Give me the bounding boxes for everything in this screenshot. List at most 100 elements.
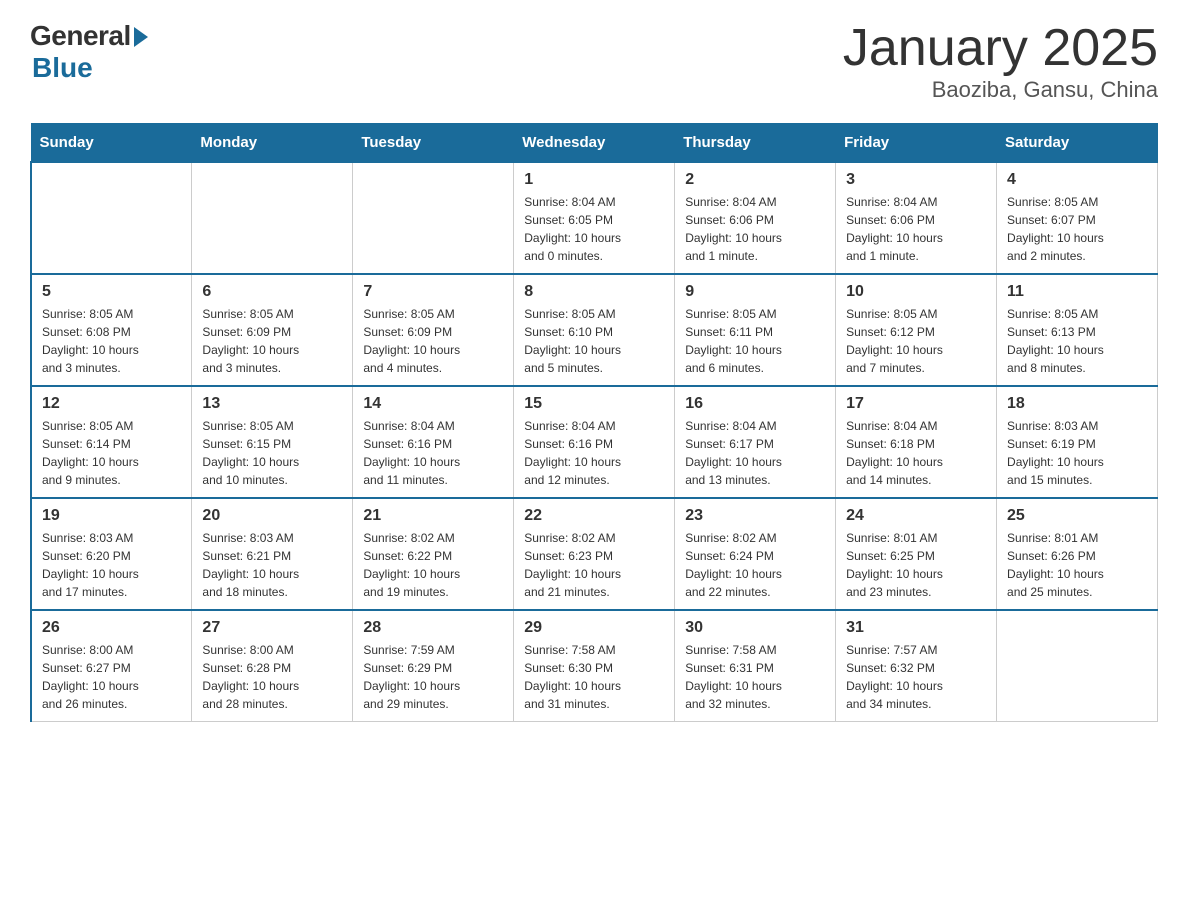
header-day-monday: Monday [192, 124, 353, 163]
day-info: Sunrise: 8:05 AM Sunset: 6:14 PM Dayligh… [42, 417, 181, 489]
day-number: 7 [363, 283, 503, 301]
title-block: January 2025 Baoziba, Gansu, China [843, 20, 1158, 103]
day-info: Sunrise: 8:02 AM Sunset: 6:23 PM Dayligh… [524, 529, 664, 601]
calendar-cell: 22 Sunrise: 8:02 AM Sunset: 6:23 PM Dayli… [514, 498, 675, 610]
day-info: Sunrise: 8:05 AM Sunset: 6:09 PM Dayligh… [363, 305, 503, 377]
day-info: Sunrise: 8:04 AM Sunset: 6:16 PM Dayligh… [363, 417, 503, 489]
day-info: Sunrise: 8:04 AM Sunset: 6:16 PM Dayligh… [524, 417, 664, 489]
calendar-cell: 5 Sunrise: 8:05 AM Sunset: 6:08 PM Daylig… [31, 274, 192, 386]
day-info: Sunrise: 8:04 AM Sunset: 6:05 PM Dayligh… [524, 193, 664, 265]
day-number: 13 [202, 395, 342, 413]
day-number: 27 [202, 619, 342, 637]
calendar-cell: 31Sunrise: 7:57 AM Sunset: 6:32 PM Dayli… [836, 610, 997, 722]
day-info: Sunrise: 8:04 AM Sunset: 6:06 PM Dayligh… [846, 193, 986, 265]
calendar-cell: 28 Sunrise: 7:59 AM Sunset: 6:29 PM Dayli… [353, 610, 514, 722]
day-number: 17 [846, 395, 986, 413]
day-number: 26 [42, 619, 181, 637]
day-number: 22 [524, 507, 664, 525]
header-day-friday: Friday [836, 124, 997, 163]
day-info: Sunrise: 8:03 AM Sunset: 6:20 PM Dayligh… [42, 529, 181, 601]
day-info: Sunrise: 8:04 AM Sunset: 6:06 PM Dayligh… [685, 193, 825, 265]
day-number: 2 [685, 171, 825, 189]
calendar-cell [31, 162, 192, 274]
day-info: Sunrise: 8:05 AM Sunset: 6:07 PM Dayligh… [1007, 193, 1147, 265]
day-number: 29 [524, 619, 664, 637]
calendar-cell: 7 Sunrise: 8:05 AM Sunset: 6:09 PM Daylig… [353, 274, 514, 386]
calendar-cell: 21 Sunrise: 8:02 AM Sunset: 6:22 PM Dayli… [353, 498, 514, 610]
day-number: 15 [524, 395, 664, 413]
calendar-cell: 9Sunrise: 8:05 AM Sunset: 6:11 PM Daylig… [675, 274, 836, 386]
day-number: 5 [42, 283, 181, 301]
calendar-cell: 8 Sunrise: 8:05 AM Sunset: 6:10 PM Daylig… [514, 274, 675, 386]
day-number: 18 [1007, 395, 1147, 413]
calendar-week-4: 19Sunrise: 8:03 AM Sunset: 6:20 PM Dayli… [31, 498, 1158, 610]
day-number: 12 [42, 395, 181, 413]
calendar-cell: 18Sunrise: 8:03 AM Sunset: 6:19 PM Dayli… [997, 386, 1158, 498]
calendar-cell: 15 Sunrise: 8:04 AM Sunset: 6:16 PM Dayli… [514, 386, 675, 498]
header-row: SundayMondayTuesdayWednesdayThursdayFrid… [31, 124, 1158, 163]
day-number: 23 [685, 507, 825, 525]
calendar-cell: 30Sunrise: 7:58 AM Sunset: 6:31 PM Dayli… [675, 610, 836, 722]
calendar-cell: 14 Sunrise: 8:04 AM Sunset: 6:16 PM Dayli… [353, 386, 514, 498]
day-info: Sunrise: 8:05 AM Sunset: 6:09 PM Dayligh… [202, 305, 342, 377]
day-number: 11 [1007, 283, 1147, 301]
day-info: Sunrise: 7:57 AM Sunset: 6:32 PM Dayligh… [846, 641, 986, 713]
calendar-header: SundayMondayTuesdayWednesdayThursdayFrid… [31, 124, 1158, 163]
calendar-cell: 12 Sunrise: 8:05 AM Sunset: 6:14 PM Dayli… [31, 386, 192, 498]
day-number: 1 [524, 171, 664, 189]
calendar-subtitle: Baoziba, Gansu, China [843, 77, 1158, 103]
logo-arrow-icon [134, 27, 148, 47]
calendar-cell: 17 Sunrise: 8:04 AM Sunset: 6:18 PM Dayli… [836, 386, 997, 498]
calendar-cell: 24Sunrise: 8:01 AM Sunset: 6:25 PM Dayli… [836, 498, 997, 610]
calendar-cell: 25 Sunrise: 8:01 AM Sunset: 6:26 PM Dayli… [997, 498, 1158, 610]
calendar-week-5: 26 Sunrise: 8:00 AM Sunset: 6:27 PM Dayli… [31, 610, 1158, 722]
day-info: Sunrise: 8:05 AM Sunset: 6:15 PM Dayligh… [202, 417, 342, 489]
day-number: 20 [202, 507, 342, 525]
logo: General Blue [30, 20, 148, 84]
logo-blue-text: Blue [32, 52, 93, 84]
day-info: Sunrise: 8:04 AM Sunset: 6:17 PM Dayligh… [685, 417, 825, 489]
calendar-cell: 29 Sunrise: 7:58 AM Sunset: 6:30 PM Dayli… [514, 610, 675, 722]
day-number: 14 [363, 395, 503, 413]
calendar-cell: 26 Sunrise: 8:00 AM Sunset: 6:27 PM Dayli… [31, 610, 192, 722]
calendar-week-3: 12 Sunrise: 8:05 AM Sunset: 6:14 PM Dayli… [31, 386, 1158, 498]
header-day-saturday: Saturday [997, 124, 1158, 163]
day-info: Sunrise: 8:02 AM Sunset: 6:24 PM Dayligh… [685, 529, 825, 601]
day-info: Sunrise: 8:04 AM Sunset: 6:18 PM Dayligh… [846, 417, 986, 489]
calendar-cell: 19Sunrise: 8:03 AM Sunset: 6:20 PM Dayli… [31, 498, 192, 610]
day-number: 21 [363, 507, 503, 525]
calendar-week-1: 1 Sunrise: 8:04 AM Sunset: 6:05 PM Daylig… [31, 162, 1158, 274]
calendar-cell: 20Sunrise: 8:03 AM Sunset: 6:21 PM Dayli… [192, 498, 353, 610]
calendar-body: 1 Sunrise: 8:04 AM Sunset: 6:05 PM Daylig… [31, 162, 1158, 722]
header-day-tuesday: Tuesday [353, 124, 514, 163]
calendar-cell: 11Sunrise: 8:05 AM Sunset: 6:13 PM Dayli… [997, 274, 1158, 386]
calendar-cell: 16 Sunrise: 8:04 AM Sunset: 6:17 PM Dayli… [675, 386, 836, 498]
calendar-cell: 13 Sunrise: 8:05 AM Sunset: 6:15 PM Dayli… [192, 386, 353, 498]
day-number: 28 [363, 619, 503, 637]
day-info: Sunrise: 8:02 AM Sunset: 6:22 PM Dayligh… [363, 529, 503, 601]
day-number: 25 [1007, 507, 1147, 525]
calendar-week-2: 5 Sunrise: 8:05 AM Sunset: 6:08 PM Daylig… [31, 274, 1158, 386]
day-info: Sunrise: 8:00 AM Sunset: 6:27 PM Dayligh… [42, 641, 181, 713]
day-info: Sunrise: 7:59 AM Sunset: 6:29 PM Dayligh… [363, 641, 503, 713]
header-day-sunday: Sunday [31, 124, 192, 163]
day-number: 4 [1007, 171, 1147, 189]
calendar-cell: 27 Sunrise: 8:00 AM Sunset: 6:28 PM Dayli… [192, 610, 353, 722]
day-number: 10 [846, 283, 986, 301]
day-info: Sunrise: 8:00 AM Sunset: 6:28 PM Dayligh… [202, 641, 342, 713]
calendar-cell: 2 Sunrise: 8:04 AM Sunset: 6:06 PM Daylig… [675, 162, 836, 274]
day-info: Sunrise: 8:01 AM Sunset: 6:25 PM Dayligh… [846, 529, 986, 601]
day-number: 16 [685, 395, 825, 413]
day-info: Sunrise: 7:58 AM Sunset: 6:30 PM Dayligh… [524, 641, 664, 713]
calendar-cell: 3 Sunrise: 8:04 AM Sunset: 6:06 PM Daylig… [836, 162, 997, 274]
day-number: 3 [846, 171, 986, 189]
calendar-cell [353, 162, 514, 274]
day-info: Sunrise: 8:05 AM Sunset: 6:08 PM Dayligh… [42, 305, 181, 377]
calendar-title: January 2025 [843, 20, 1158, 77]
day-number: 30 [685, 619, 825, 637]
day-info: Sunrise: 8:01 AM Sunset: 6:26 PM Dayligh… [1007, 529, 1147, 601]
day-info: Sunrise: 8:05 AM Sunset: 6:10 PM Dayligh… [524, 305, 664, 377]
logo-general-text: General [30, 20, 131, 52]
calendar-table: SundayMondayTuesdayWednesdayThursdayFrid… [30, 123, 1158, 722]
day-number: 8 [524, 283, 664, 301]
